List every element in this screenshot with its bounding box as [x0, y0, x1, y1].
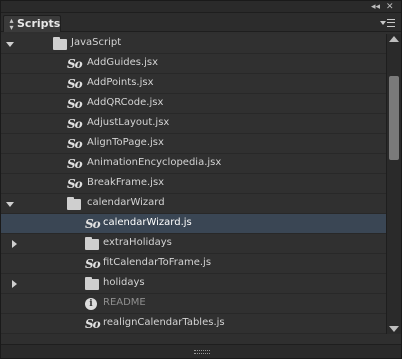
tab-scripts-label: Scripts: [17, 17, 61, 30]
disclosure-collapsed-icon[interactable]: [9, 234, 21, 254]
updown-arrows-icon: ▴ ▾: [9, 16, 14, 32]
tree-file-row[interactable]: So AdjustLayout.jsx: [1, 114, 386, 134]
javascript-file-icon: So: [85, 317, 101, 331]
disclosure-expanded-icon[interactable]: [5, 194, 17, 214]
scroll-down-arrow-icon[interactable]: [389, 326, 399, 332]
resize-grip-icon[interactable]: [194, 350, 210, 354]
tree-item-label: calendarWizard.js: [103, 217, 192, 228]
scroll-thumb[interactable]: [389, 76, 399, 160]
folder-icon: [85, 237, 99, 250]
javascript-file-icon: So: [85, 257, 101, 271]
javascript-file-icon: So: [67, 57, 83, 71]
panel-bottom-bar: [1, 344, 401, 358]
tree-item-label: BreakFrame.jsx: [87, 177, 165, 188]
javascript-file-icon: So: [67, 157, 83, 171]
javascript-file-icon: So: [67, 137, 83, 151]
tree-item-label: AddQRCode.jsx: [87, 97, 164, 108]
tree-item-label: JavaScript: [71, 37, 122, 48]
tree-file-row[interactable]: i README: [1, 294, 386, 314]
tab-scripts[interactable]: ▴ ▾ Scripts: [3, 15, 61, 32]
tree-file-row[interactable]: So fitCalendarToFrame.js: [1, 254, 386, 274]
javascript-file-icon: So: [67, 77, 83, 91]
vertical-scrollbar[interactable]: [386, 34, 401, 334]
tree-item-label: fitCalendarToFrame.js: [103, 257, 212, 268]
scripts-tree: JavaScript So AddGuides.jsx So AddPoints.jsx…: [1, 34, 386, 334]
tree-item-label: AddPoints.jsx: [87, 77, 154, 88]
disclosure-collapsed-icon[interactable]: [9, 274, 21, 294]
tree-item-label: README: [103, 297, 146, 308]
tree-item-label: AlignToPage.jsx: [87, 137, 164, 148]
javascript-file-icon: So: [67, 177, 83, 191]
tree-file-row[interactable]: So calendarWizard.js: [1, 214, 386, 234]
tree-item-label: holidays: [103, 277, 145, 288]
tree-file-row[interactable]: So AlignToPage.jsx: [1, 134, 386, 154]
folder-icon: [53, 37, 67, 50]
javascript-file-icon: So: [85, 217, 101, 231]
tree-item-label: AdjustLayout.jsx: [87, 117, 170, 128]
folder-icon: [67, 197, 81, 210]
panel-tab-bar: ▴ ▾ Scripts: [1, 13, 401, 32]
scripts-panel: ◂◂ ✕ ▴ ▾ Scripts JavaScript So AddGuides.js…: [0, 0, 402, 359]
tree-file-row[interactable]: So AnimationEncyclopedia.jsx: [1, 154, 386, 174]
tree-item-label: realignCalendarTables.js: [103, 317, 225, 328]
tree-file-row[interactable]: So AddGuides.jsx: [1, 54, 386, 74]
dropdown-arrow-icon: [380, 21, 386, 25]
panel-top-bar: ◂◂ ✕: [1, 1, 401, 13]
scroll-up-arrow-icon[interactable]: [389, 36, 399, 42]
javascript-file-icon: So: [67, 97, 83, 111]
tree-folder-row[interactable]: calendarWizard: [1, 194, 386, 214]
tree-item-label: AddGuides.jsx: [87, 57, 159, 68]
collapse-panel-button[interactable]: ◂◂: [371, 1, 380, 13]
tree-item-label: extraHolidays: [103, 237, 172, 248]
tree-file-row[interactable]: So AddPoints.jsx: [1, 74, 386, 94]
tree-item-label: AnimationEncyclopedia.jsx: [87, 157, 222, 168]
panel-menu-button[interactable]: [380, 18, 398, 28]
tree-folder-row[interactable]: holidays: [1, 274, 386, 294]
tree-folder-row[interactable]: JavaScript: [1, 34, 386, 54]
close-panel-button[interactable]: ✕: [386, 1, 394, 13]
info-icon: i: [85, 298, 97, 310]
tree-file-row[interactable]: So BreakFrame.jsx: [1, 174, 386, 194]
menu-lines-icon: [387, 19, 395, 27]
tree-item-label: calendarWizard: [87, 197, 165, 208]
tree-file-row[interactable]: So realignCalendarTables.js: [1, 314, 386, 334]
disclosure-expanded-icon[interactable]: [5, 34, 17, 54]
tree-file-row[interactable]: So AddQRCode.jsx: [1, 94, 386, 114]
folder-icon: [85, 277, 99, 290]
tree-folder-row[interactable]: extraHolidays: [1, 234, 386, 254]
javascript-file-icon: So: [67, 117, 83, 131]
